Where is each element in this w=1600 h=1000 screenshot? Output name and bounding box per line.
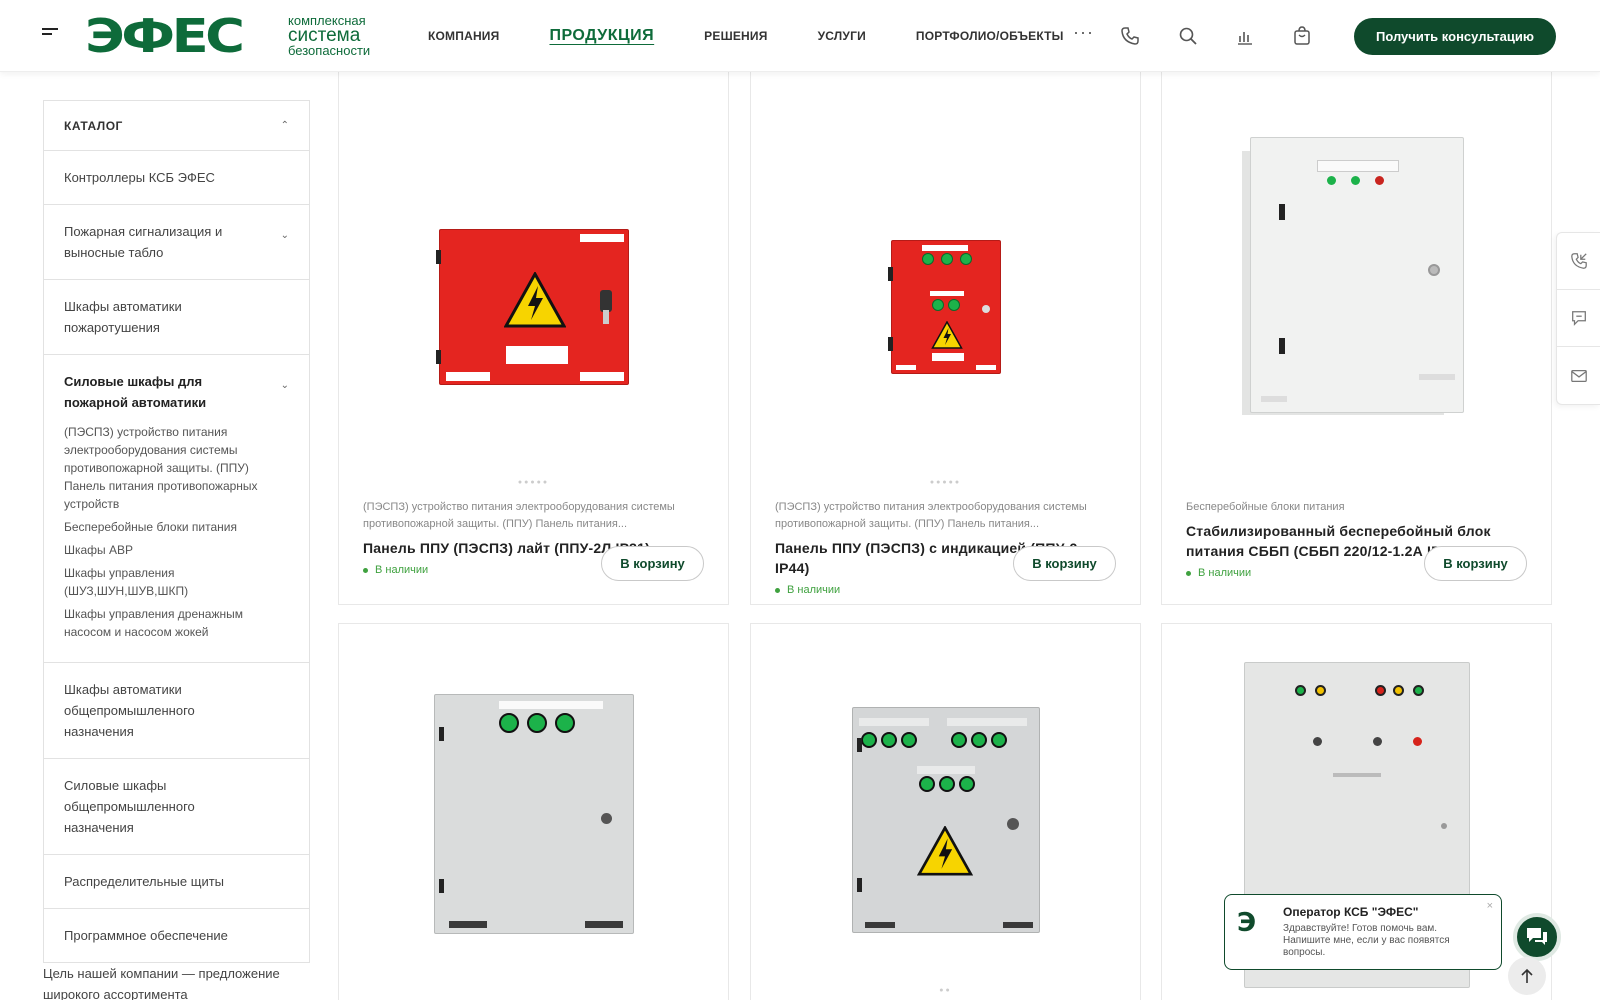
stock-status: В наличии (775, 584, 840, 596)
add-to-cart-button[interactable]: В корзину (601, 546, 704, 581)
cabinet-grey (1249, 137, 1464, 413)
open-chat-button[interactable] (1513, 913, 1561, 961)
question-tab[interactable] (1557, 290, 1600, 347)
image-slider-dots[interactable]: ●● (751, 987, 1140, 994)
sidebar-item-power-cabinets-fire[interactable]: Силовые шкафы для пожарной автоматики ⌄ … (44, 355, 309, 663)
company-logo[interactable]: ЭФЕС комплексная система безопасности (85, 12, 370, 60)
callback-tab[interactable] (1557, 233, 1600, 290)
nav-portfolio[interactable]: ПОРТФОЛИО/ОБЪЕКТЫ (916, 29, 1064, 43)
phone-icon[interactable] (1120, 26, 1140, 46)
cabinet-red (435, 229, 629, 385)
menu-burger-icon[interactable] (42, 28, 58, 42)
product-card[interactable]: ●●●●● (ПЭСПЗ) устройство питания электро… (338, 72, 729, 605)
close-icon[interactable]: × (1487, 900, 1493, 912)
sidebar-item-industrial-automation[interactable]: Шкафы автоматики общепромышленного назна… (44, 663, 309, 759)
product-category: (ПЭСПЗ) устройство питания электрооборуд… (775, 501, 1087, 530)
subcategory-drainage[interactable]: Шкафы управления дренажным насосом и нас… (64, 605, 289, 641)
product-image[interactable] (751, 172, 1140, 442)
catalog-sidebar: КАТАЛОГ ⌃ Контроллеры КСБ ЭФЕС Пожарная … (43, 100, 310, 963)
sidebar-item-fire-extinguish-cabinets[interactable]: Шкафы автоматики пожаротушения (44, 280, 309, 355)
subcategory-control-cabinets[interactable]: Шкафы управления (ШУЗ,ШУН,ШУВ,ШКП) (64, 564, 214, 600)
sidebar-item-controllers[interactable]: Контроллеры КСБ ЭФЕС (44, 151, 309, 205)
cabinet-grey (433, 694, 634, 934)
product-image[interactable] (751, 700, 1140, 940)
get-consultation-button[interactable]: Получить консультацию (1354, 18, 1556, 55)
product-category: (ПЭСПЗ) устройство питания электрооборуд… (363, 501, 675, 530)
subcategory-list: (ПЭСПЗ) устройство питания электрооборуд… (64, 423, 289, 641)
product-card[interactable]: ●● (750, 623, 1141, 1000)
sidebar-item-distribution-boards[interactable]: Распределительные щиты (44, 855, 309, 909)
logo-mark: ЭФЕС (85, 9, 245, 63)
chat-bubble-icon (1571, 311, 1586, 326)
operator-avatar: Э (1237, 908, 1257, 938)
in-stock-dot-icon (775, 587, 780, 593)
product-card[interactable]: ●●●●● (ПЭСПЗ) устройство питания электро… (750, 72, 1141, 605)
subcategory-avr[interactable]: Шкафы АВР (64, 541, 289, 559)
cabinet-grey (851, 707, 1040, 933)
operator-chat-popup[interactable]: Э Оператор КСБ "ЭФЕС" Здравствуйте! Гото… (1224, 894, 1502, 970)
chat-greeting: Здравствуйте! Готов помочь вам. Напишите… (1283, 923, 1450, 958)
nav-company[interactable]: КОМПАНИЯ (428, 29, 499, 43)
logo-tagline: комплексная система безопасности (288, 13, 371, 58)
add-to-cart-button[interactable]: В корзину (1013, 546, 1116, 581)
warning-icon (916, 826, 973, 876)
stock-status: В наличии (1186, 567, 1251, 579)
in-stock-dot-icon (363, 567, 368, 573)
sidebar-item-software[interactable]: Программное обеспечение (44, 909, 309, 962)
chat-operator-name: Оператор КСБ "ЭФЕС" (1283, 905, 1419, 919)
image-slider-dots[interactable]: ●●●●● (751, 479, 1140, 486)
company-intro-text: Цель нашей компании — предложение широко… (43, 966, 280, 1000)
floating-contact-tabs (1556, 232, 1600, 405)
scroll-to-top-button[interactable] (1508, 957, 1546, 995)
subcategory-ppu[interactable]: (ПЭСПЗ) устройство питания электрооборуд… (64, 423, 289, 513)
chevron-up-icon[interactable]: ⌃ (281, 120, 289, 131)
product-category: Бесперебойные блоки питания (1186, 501, 1345, 513)
mail-icon (1570, 369, 1587, 382)
chevron-down-icon[interactable]: ⌄ (281, 225, 289, 246)
add-to-cart-button[interactable]: В корзину (1424, 546, 1527, 581)
subcategory-ups[interactable]: Бесперебойные блоки питания (64, 518, 289, 536)
site-header: ЭФЕС комплексная система безопасности КО… (0, 0, 1600, 72)
compare-icon[interactable] (1235, 26, 1255, 46)
product-card[interactable]: Бесперебойные блоки питания Стабилизиров… (1161, 72, 1552, 605)
main-nav: КОМПАНИЯ ПРОДУКЦИЯ РЕШЕНИЯ УСЛУГИ ПОРТФО… (428, 0, 1114, 72)
catalog-header[interactable]: КАТАЛОГ ⌃ (44, 101, 309, 151)
warning-icon (503, 272, 566, 328)
image-slider-dots[interactable]: ●●●●● (339, 479, 728, 486)
chat-icon (1527, 928, 1547, 945)
arrow-up-icon (1521, 968, 1533, 983)
cabinet-red (887, 240, 1001, 374)
nav-solutions[interactable]: РЕШЕНИЯ (704, 29, 767, 43)
product-image[interactable] (339, 684, 728, 944)
stock-status: В наличии (363, 564, 428, 576)
in-stock-dot-icon (1186, 570, 1191, 576)
product-image[interactable] (339, 172, 728, 442)
nav-products[interactable]: ПРОДУКЦИЯ (549, 27, 654, 45)
sidebar-item-industrial-power[interactable]: Силовые шкафы общепромышленного назначен… (44, 759, 309, 855)
cart-icon[interactable] (1292, 26, 1312, 46)
nav-services[interactable]: УСЛУГИ (818, 29, 866, 43)
email-tab[interactable] (1557, 347, 1600, 404)
sidebar-item-fire-alarm[interactable]: Пожарная сигнализация и выносные табло ⌄ (44, 205, 309, 280)
catalog-title: КАТАЛОГ (64, 118, 123, 133)
search-icon[interactable] (1178, 26, 1198, 46)
product-card[interactable] (338, 623, 729, 1000)
chevron-down-icon[interactable]: ⌄ (281, 375, 289, 396)
product-image[interactable] (1162, 100, 1551, 450)
nav-more-icon[interactable]: ··· (1073, 22, 1094, 43)
callback-icon (1570, 253, 1587, 269)
warning-icon (930, 321, 963, 349)
